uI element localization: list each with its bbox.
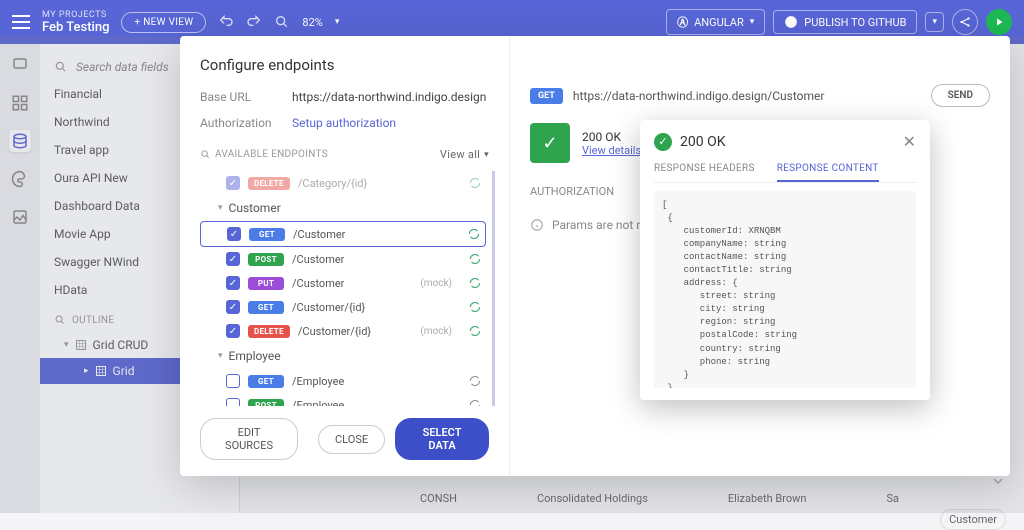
method-badge: GET xyxy=(248,301,284,314)
zoom-value[interactable]: 82% xyxy=(302,16,322,29)
endpoint-path: /Employee xyxy=(292,399,344,407)
refresh-icon[interactable] xyxy=(468,176,482,190)
project-block: MY PROJECTS Feb Testing xyxy=(42,10,109,35)
tab-authorization[interactable]: AUTHORIZATION xyxy=(530,185,614,198)
chevron-down-icon: ▾ xyxy=(218,351,223,361)
framework-select[interactable]: Ⓐ ANGULAR ▾ xyxy=(666,9,765,35)
edit-sources-button[interactable]: EDIT SOURCES xyxy=(200,418,298,460)
checkbox[interactable] xyxy=(226,252,240,266)
checkbox[interactable] xyxy=(226,374,240,388)
angular-icon: Ⓐ xyxy=(677,14,688,30)
endpoint-row[interactable]: GET /Employee xyxy=(200,369,486,393)
publish-button[interactable]: PUBLISH TO GITHUB xyxy=(773,10,917,34)
setup-auth-link[interactable]: Setup authorization xyxy=(292,116,396,130)
endpoint-row[interactable]: POST /Employee xyxy=(200,393,486,406)
method-badge: DELETE xyxy=(248,177,290,190)
redo-icon[interactable] xyxy=(246,14,262,30)
projects-label: MY PROJECTS xyxy=(42,10,109,20)
status-icon: ✓ xyxy=(530,123,570,163)
chevron-down-icon: ▾ xyxy=(218,203,223,213)
play-icon xyxy=(993,16,1005,28)
menu-icon[interactable] xyxy=(12,15,30,29)
mock-label: (mock) xyxy=(420,278,452,289)
checkbox[interactable] xyxy=(226,276,240,290)
checkbox[interactable] xyxy=(226,324,240,338)
request-method-badge: GET xyxy=(530,88,563,104)
endpoint-path: /Employee xyxy=(292,375,344,388)
refresh-icon[interactable] xyxy=(468,374,482,388)
refresh-icon[interactable] xyxy=(468,252,482,266)
new-view-button[interactable]: + NEW VIEW xyxy=(121,12,206,33)
endpoint-row-selected[interactable]: GET /Customer xyxy=(200,221,486,247)
info-icon xyxy=(530,218,544,232)
mock-label: (mock) xyxy=(420,326,452,337)
endpoint-path: /Customer xyxy=(292,277,344,290)
status-code: 200 OK xyxy=(582,130,641,144)
tab-response-content[interactable]: RESPONSE CONTENT xyxy=(777,163,879,182)
close-icon[interactable]: ✕ xyxy=(903,132,916,151)
method-badge: DELETE xyxy=(248,325,290,338)
endpoint-path: /Category/{id} xyxy=(298,177,367,190)
success-icon: ✓ xyxy=(654,133,672,151)
base-url-value[interactable]: https://data-northwind.indigo.design xyxy=(292,90,486,104)
method-badge: GET xyxy=(248,375,284,388)
checkbox[interactable] xyxy=(227,227,241,241)
tab-response-headers[interactable]: RESPONSE HEADERS xyxy=(654,163,755,182)
endpoint-path: /Customer xyxy=(292,253,344,266)
method-badge: GET xyxy=(249,228,285,241)
send-button[interactable]: SEND xyxy=(931,84,990,107)
endpoint-row[interactable]: POST /Customer xyxy=(200,247,486,271)
chevron-down-icon: ▾ xyxy=(750,17,755,27)
method-badge: PUT xyxy=(248,277,284,290)
close-button[interactable]: CLOSE xyxy=(318,425,385,454)
checkbox[interactable] xyxy=(226,398,240,406)
refresh-icon[interactable] xyxy=(468,324,482,338)
project-name[interactable]: Feb Testing xyxy=(42,20,109,35)
modal-title: Configure endpoints xyxy=(200,56,489,74)
select-data-button[interactable]: SELECT DATA xyxy=(395,418,489,460)
endpoint-path: /Customer/{id} xyxy=(292,301,365,314)
auth-label: Authorization xyxy=(200,116,280,130)
endpoint-row[interactable]: GET /Customer/{id} xyxy=(200,295,486,319)
endpoint-row[interactable]: DELETE /Customer/{id} (mock) xyxy=(200,319,486,343)
checkbox[interactable] xyxy=(226,176,240,190)
undo-icon[interactable] xyxy=(218,14,234,30)
refresh-icon[interactable] xyxy=(468,276,482,290)
available-endpoints-label: AVAILABLE ENDPOINTS xyxy=(215,149,328,160)
base-url-label: Base URL xyxy=(200,90,280,104)
github-icon xyxy=(784,15,798,29)
endpoint-group[interactable]: ▾Customer xyxy=(200,195,486,221)
response-popover: ✓ 200 OK ✕ RESPONSE HEADERS RESPONSE CON… xyxy=(640,120,930,400)
request-url: https://data-northwind.indigo.design/Cus… xyxy=(573,89,921,103)
endpoint-row[interactable]: DELETE /Category/{id} xyxy=(200,171,486,195)
search-icon xyxy=(200,149,211,160)
response-body[interactable]: [ { customerId: XRNQBM companyName: stri… xyxy=(654,191,916,388)
refresh-icon[interactable] xyxy=(467,227,481,241)
endpoint-group[interactable]: ▾Employee xyxy=(200,343,486,369)
endpoint-list[interactable]: DELETE /Category/{id} ▾Customer GET /Cus… xyxy=(200,171,495,406)
endpoint-row[interactable]: PUT /Customer (mock) xyxy=(200,271,486,295)
framework-label: ANGULAR xyxy=(694,16,744,29)
modal-left-panel: Configure endpoints Base URL https://dat… xyxy=(180,36,510,476)
method-badge: POST xyxy=(248,253,284,266)
refresh-icon[interactable] xyxy=(468,398,482,406)
view-details-link[interactable]: View details xyxy=(582,144,641,157)
preview-button[interactable] xyxy=(986,9,1012,35)
refresh-icon[interactable] xyxy=(468,300,482,314)
publish-dropdown[interactable]: ▾ xyxy=(925,12,944,32)
checkbox[interactable] xyxy=(226,300,240,314)
popover-status: 200 OK xyxy=(680,134,726,150)
zoom-icon[interactable] xyxy=(274,14,290,30)
share-icon xyxy=(958,15,972,29)
view-all-link[interactable]: View all ▾ xyxy=(440,148,489,161)
endpoint-path: /Customer/{id} xyxy=(298,325,371,338)
share-button[interactable] xyxy=(952,9,978,35)
endpoint-path: /Customer xyxy=(293,228,345,241)
method-badge: POST xyxy=(248,399,284,407)
chevron-down-icon[interactable]: ▾ xyxy=(335,17,340,27)
publish-label: PUBLISH TO GITHUB xyxy=(804,16,906,29)
